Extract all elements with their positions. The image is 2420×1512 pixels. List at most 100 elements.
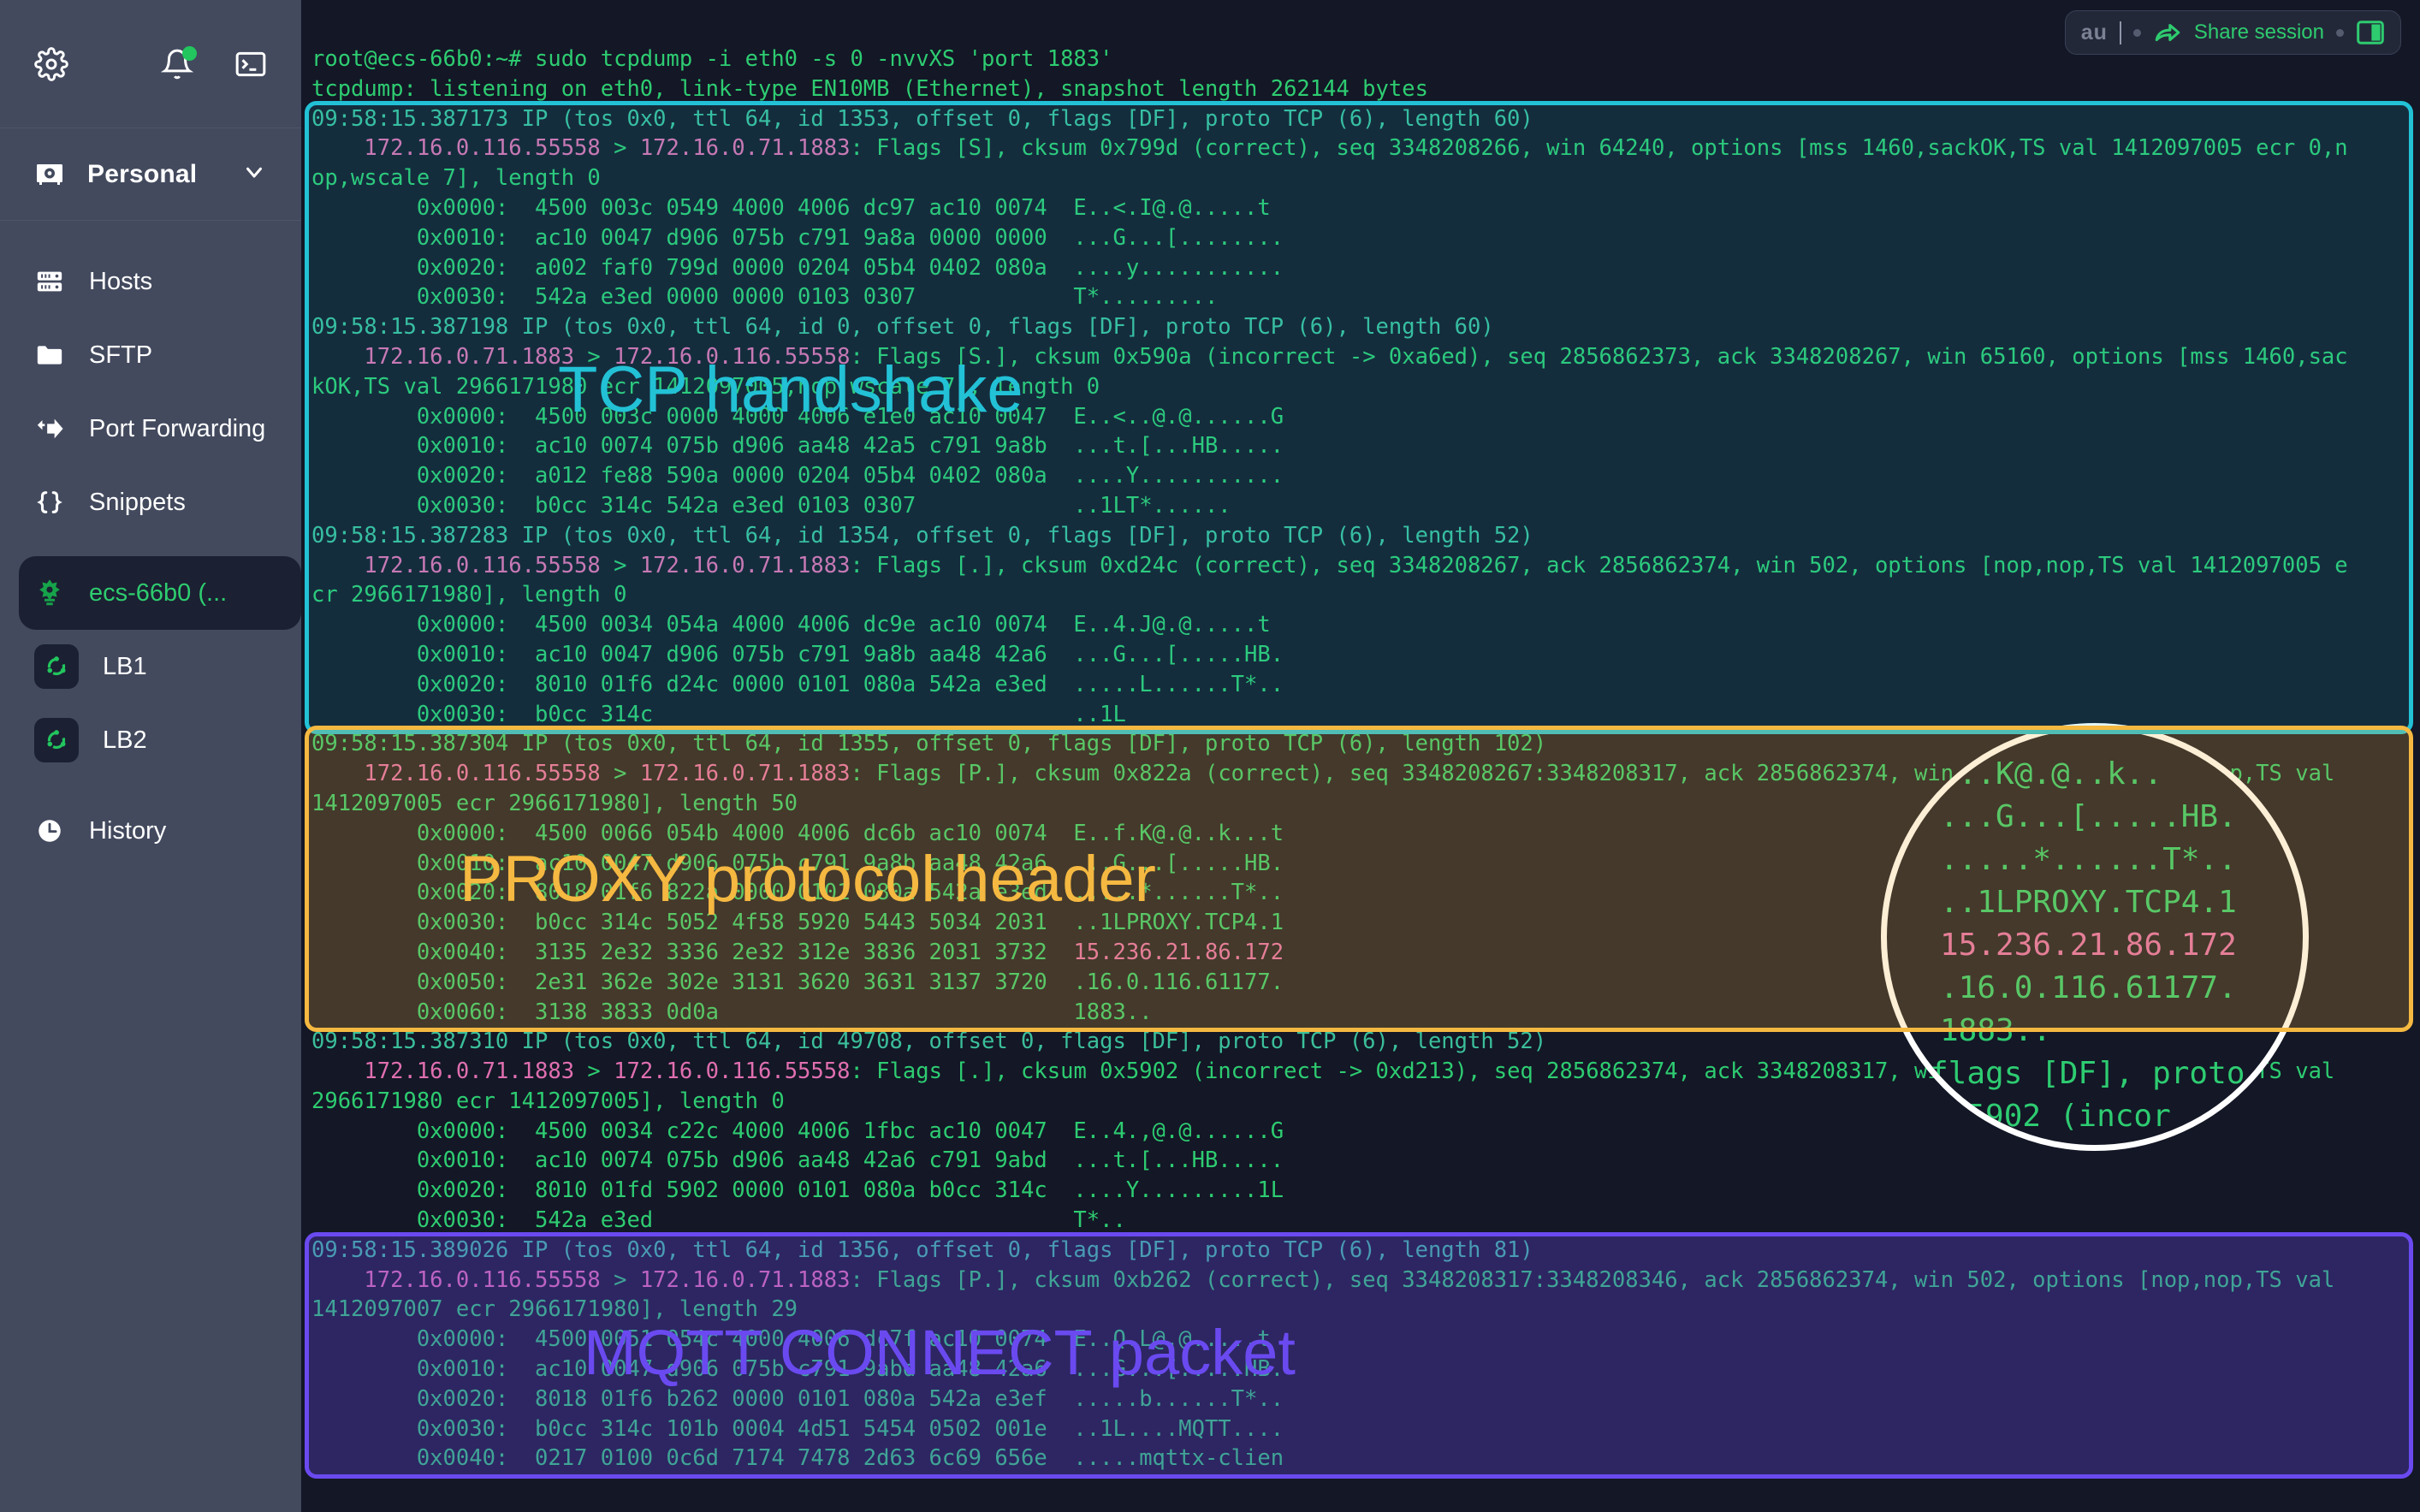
bell-icon[interactable] xyxy=(161,45,197,80)
workspace-label: Personal xyxy=(87,159,198,188)
sidebar-item-label: LB1 xyxy=(103,652,147,680)
terminal-text-run: 172.16.0.71.1883 xyxy=(639,135,851,162)
terminal-text-run: : Flags [S], cksum 0x799d (correct), seq… xyxy=(850,135,2348,162)
terminal-text-run: 0x0020: 8018 01f6 822a 0000 0101 080a 54… xyxy=(311,880,1284,906)
terminal-text-run: > xyxy=(600,1266,640,1293)
terminal-text-run: 172.16.0.116.55558 xyxy=(614,343,851,370)
sidebar-item-lb1[interactable]: LB1 xyxy=(0,630,301,703)
terminal-pane[interactable]: root@ecs-66b0:~# sudo tcpdump -i eth0 -s… xyxy=(301,0,2420,1512)
sidebar-item-label: Hosts xyxy=(89,267,153,295)
terminal-text-run: 09:58:15.387310 IP (tos 0x0, ttl 64, id … xyxy=(311,1029,1547,1055)
terminal-text-run: tcpdump: listening on eth0, link-type EN… xyxy=(311,75,1428,102)
share-arrow-icon[interactable] xyxy=(2153,18,2182,47)
sidebar-item-hosts[interactable]: Hosts xyxy=(0,245,301,318)
terminal-text-run: 0x0030: b0cc 314c ..1L xyxy=(311,701,1126,727)
terminal-packet-line: 09:58:15.387283 IP (tos 0x0, ttl 64, id … xyxy=(311,521,2420,551)
session-toolbar: au Share session xyxy=(2064,10,2401,55)
sidebar-item-snippets[interactable]: Snippets xyxy=(0,465,301,539)
terminal-text-run: 2966171980 ecr 1412097005], length 0 xyxy=(311,1088,785,1114)
terminal-text-run: 0x0010: ac10 0047 d906 075b c791 9a8a 00… xyxy=(311,224,1284,251)
terminal-text-run: 0x0000: 4500 0066 054b 4000 4006 dc6b ac… xyxy=(311,820,1284,846)
terminal-text-run: 172.16.0.116.55558 xyxy=(364,135,601,162)
sidebar-item-port-forwarding[interactable]: Port Forwarding xyxy=(0,392,301,465)
terminal-packet-line: op,wscale 7], length 0 xyxy=(311,163,2420,193)
terminal-text-run: 15.236.21.86.172 xyxy=(1073,939,1284,965)
chevron-down-icon[interactable] xyxy=(241,159,267,189)
terminal-packet-line: 0x0030: b0cc 314c 101b 0004 4d51 5454 05… xyxy=(311,1414,2420,1444)
terminal-text-run: 172.16.0.71.1883 xyxy=(639,1266,851,1293)
terminal-text-run xyxy=(311,761,364,786)
sidebar: Personal Hosts SFTP Port Forwarding Snip… xyxy=(0,0,301,1512)
terminal-text-run: root@ecs-66b0:~# sudo tcpdump -i eth0 -s… xyxy=(311,46,1113,72)
workspace-selector[interactable]: Personal xyxy=(0,128,301,221)
terminal-text-run: 172.16.0.116.55558 xyxy=(614,1058,851,1085)
terminal-packet-line: 0x0020: a012 fe88 590a 0000 0204 05b4 04… xyxy=(311,461,2420,491)
share-session-label[interactable]: Share session xyxy=(2194,21,2324,44)
terminal-text-run xyxy=(311,553,364,578)
terminal-packet-line: 1412097007 ecr 2966171980], length 29 xyxy=(311,1295,2420,1325)
terminal-text-run: 0x0010: ac10 0047 d906 075b c791 9a8b aa… xyxy=(311,641,1284,667)
terminal-text-run: : Flags [.], cksum 0xd24c (correct), seq… xyxy=(850,552,2348,578)
terminal-text-run: cr 2966171980], length 0 xyxy=(311,582,627,608)
terminal-text-run: 0x0030: 542a e3ed 0000 0000 0103 0307 T*… xyxy=(311,284,1219,311)
terminal-text-run: : Flags [P.], cksum 0xb262 (correct), se… xyxy=(850,1266,2335,1293)
terminal-packet-line: 0x0010: ac10 0074 075b d906 aa48 42a5 c7… xyxy=(311,431,2420,461)
app-window: Personal Hosts SFTP Port Forwarding Snip… xyxy=(0,0,2420,1512)
alibaba-cloud-icon xyxy=(34,578,65,608)
terminal-packet-line: 09:58:15.387198 IP (tos 0x0, ttl 64, id … xyxy=(311,312,2420,342)
terminal-text-run: 172.16.0.71.1883 xyxy=(639,761,851,787)
terminal-text-run: 0x0020: a002 faf0 799d 0000 0204 05b4 04… xyxy=(311,254,1284,281)
terminal-text-run: 172.16.0.71.1883 xyxy=(639,552,851,578)
terminal-packet-line: 0x0010: ac10 0047 d906 075b c791 9a8b aa… xyxy=(311,640,2420,670)
sidebar-item-lb2[interactable]: LB2 xyxy=(0,703,301,777)
terminal-packet-line: 0x0000: 4500 0034 054a 4000 4006 dc9e ac… xyxy=(311,610,2420,640)
terminal-icon[interactable] xyxy=(234,48,267,80)
keyboard-layout-indicator[interactable]: au xyxy=(2081,21,2108,45)
terminal-packet-line: 0x0020: 8010 01fd 5902 0000 0101 080a b0… xyxy=(311,1176,2420,1206)
terminal-text-run: 0x0010: ac10 0047 d906 075b c791 9a8b aa… xyxy=(311,850,1284,876)
magnifier-line: .16.0.116.61177. xyxy=(1940,970,2237,1005)
terminal-packet-line: 0x0010: ac10 0047 d906 075b c791 9a8a 00… xyxy=(311,223,2420,253)
folder-icon xyxy=(34,340,65,371)
terminal-packet-line: 0x0020: 8010 01f6 d24c 0000 0101 080a 54… xyxy=(311,670,2420,700)
terminal-packet-line: 0x0010: ac10 0047 d906 075b c791 9abd aa… xyxy=(311,1355,2420,1385)
sidebar-divider-gap xyxy=(0,777,301,794)
terminal-packet-line: cr 2966171980], length 0 xyxy=(311,580,2420,610)
sidebar-item-label: History xyxy=(89,816,167,845)
terminal-text-run xyxy=(311,135,364,161)
terminal-text-run: 09:58:15.387283 IP (tos 0x0, ttl 64, id … xyxy=(311,522,1533,548)
terminal-text-run: 0x0030: b0cc 314c 5052 4f58 5920 5443 50… xyxy=(311,910,1284,936)
sidebar-item-label: Snippets xyxy=(89,488,186,516)
server-icon xyxy=(34,266,65,297)
vault-icon xyxy=(34,159,65,190)
terminal-packet-line: 0x0000: 4500 003c 0000 4000 4006 e1e0 ac… xyxy=(311,402,2420,432)
sidebar-item-ecs-66b0[interactable]: ecs-66b0 (... xyxy=(19,556,301,630)
terminal-packet-line: 172.16.0.71.1883 > 172.16.0.116.55558: F… xyxy=(311,342,2420,372)
terminal-text-run: 0x0020: 8010 01fd 5902 0000 0101 080a b0… xyxy=(311,1177,1284,1204)
split-pane-icon[interactable] xyxy=(2356,20,2385,45)
notification-dot xyxy=(182,45,197,61)
sidebar-item-history[interactable]: History xyxy=(0,794,301,868)
terminal-text-run: 09:58:15.387304 IP (tos 0x0, ttl 64, id … xyxy=(311,731,1547,757)
terminal-text-run: 0x0050: 2e31 362e 302e 3131 3620 3631 31… xyxy=(311,969,1284,995)
terminal-text-run: > xyxy=(600,135,640,162)
terminal-packet-line: 09:58:15.389026 IP (tos 0x0, ttl 64, id … xyxy=(311,1236,2420,1266)
separator-dot xyxy=(2336,28,2344,37)
port-forward-icon xyxy=(34,413,65,444)
terminal-text-run: 09:58:15.387173 IP (tos 0x0, ttl 64, id … xyxy=(311,105,1533,132)
terminal-text-run: 0x0060: 3138 3833 0d0a 1883.. xyxy=(311,999,1153,1025)
terminal-text-run: 0x0040: 0217 0100 0c6d 7174 7478 2d63 6c… xyxy=(311,1445,1284,1472)
magnifier-line: 1883.. xyxy=(1940,1013,2052,1048)
terminal-packet-line: 0x0020: a002 faf0 799d 0000 0204 05b4 04… xyxy=(311,253,2420,283)
terminal-text-run: > xyxy=(600,552,640,578)
terminal-text-run xyxy=(311,344,364,370)
terminal-packet-line: 0x0030: b0cc 314c 542a e3ed 0103 0307 ..… xyxy=(311,491,2420,521)
terminal-packet-line: 0x0040: 0217 0100 0c6d 7174 7478 2d63 6c… xyxy=(311,1444,2420,1473)
sidebar-item-sftp[interactable]: SFTP xyxy=(0,318,301,392)
terminal-text-run: > xyxy=(600,761,640,787)
terminal-text-run: 09:58:15.389026 IP (tos 0x0, ttl 64, id … xyxy=(311,1236,1533,1263)
terminal-text-run: 0x0030: 542a e3ed T*.. xyxy=(311,1207,1126,1234)
terminal-text-run: 172.16.0.116.55558 xyxy=(364,552,601,578)
terminal-prompt-line: tcpdump: listening on eth0, link-type EN… xyxy=(311,74,2420,104)
gear-icon[interactable] xyxy=(34,46,68,81)
